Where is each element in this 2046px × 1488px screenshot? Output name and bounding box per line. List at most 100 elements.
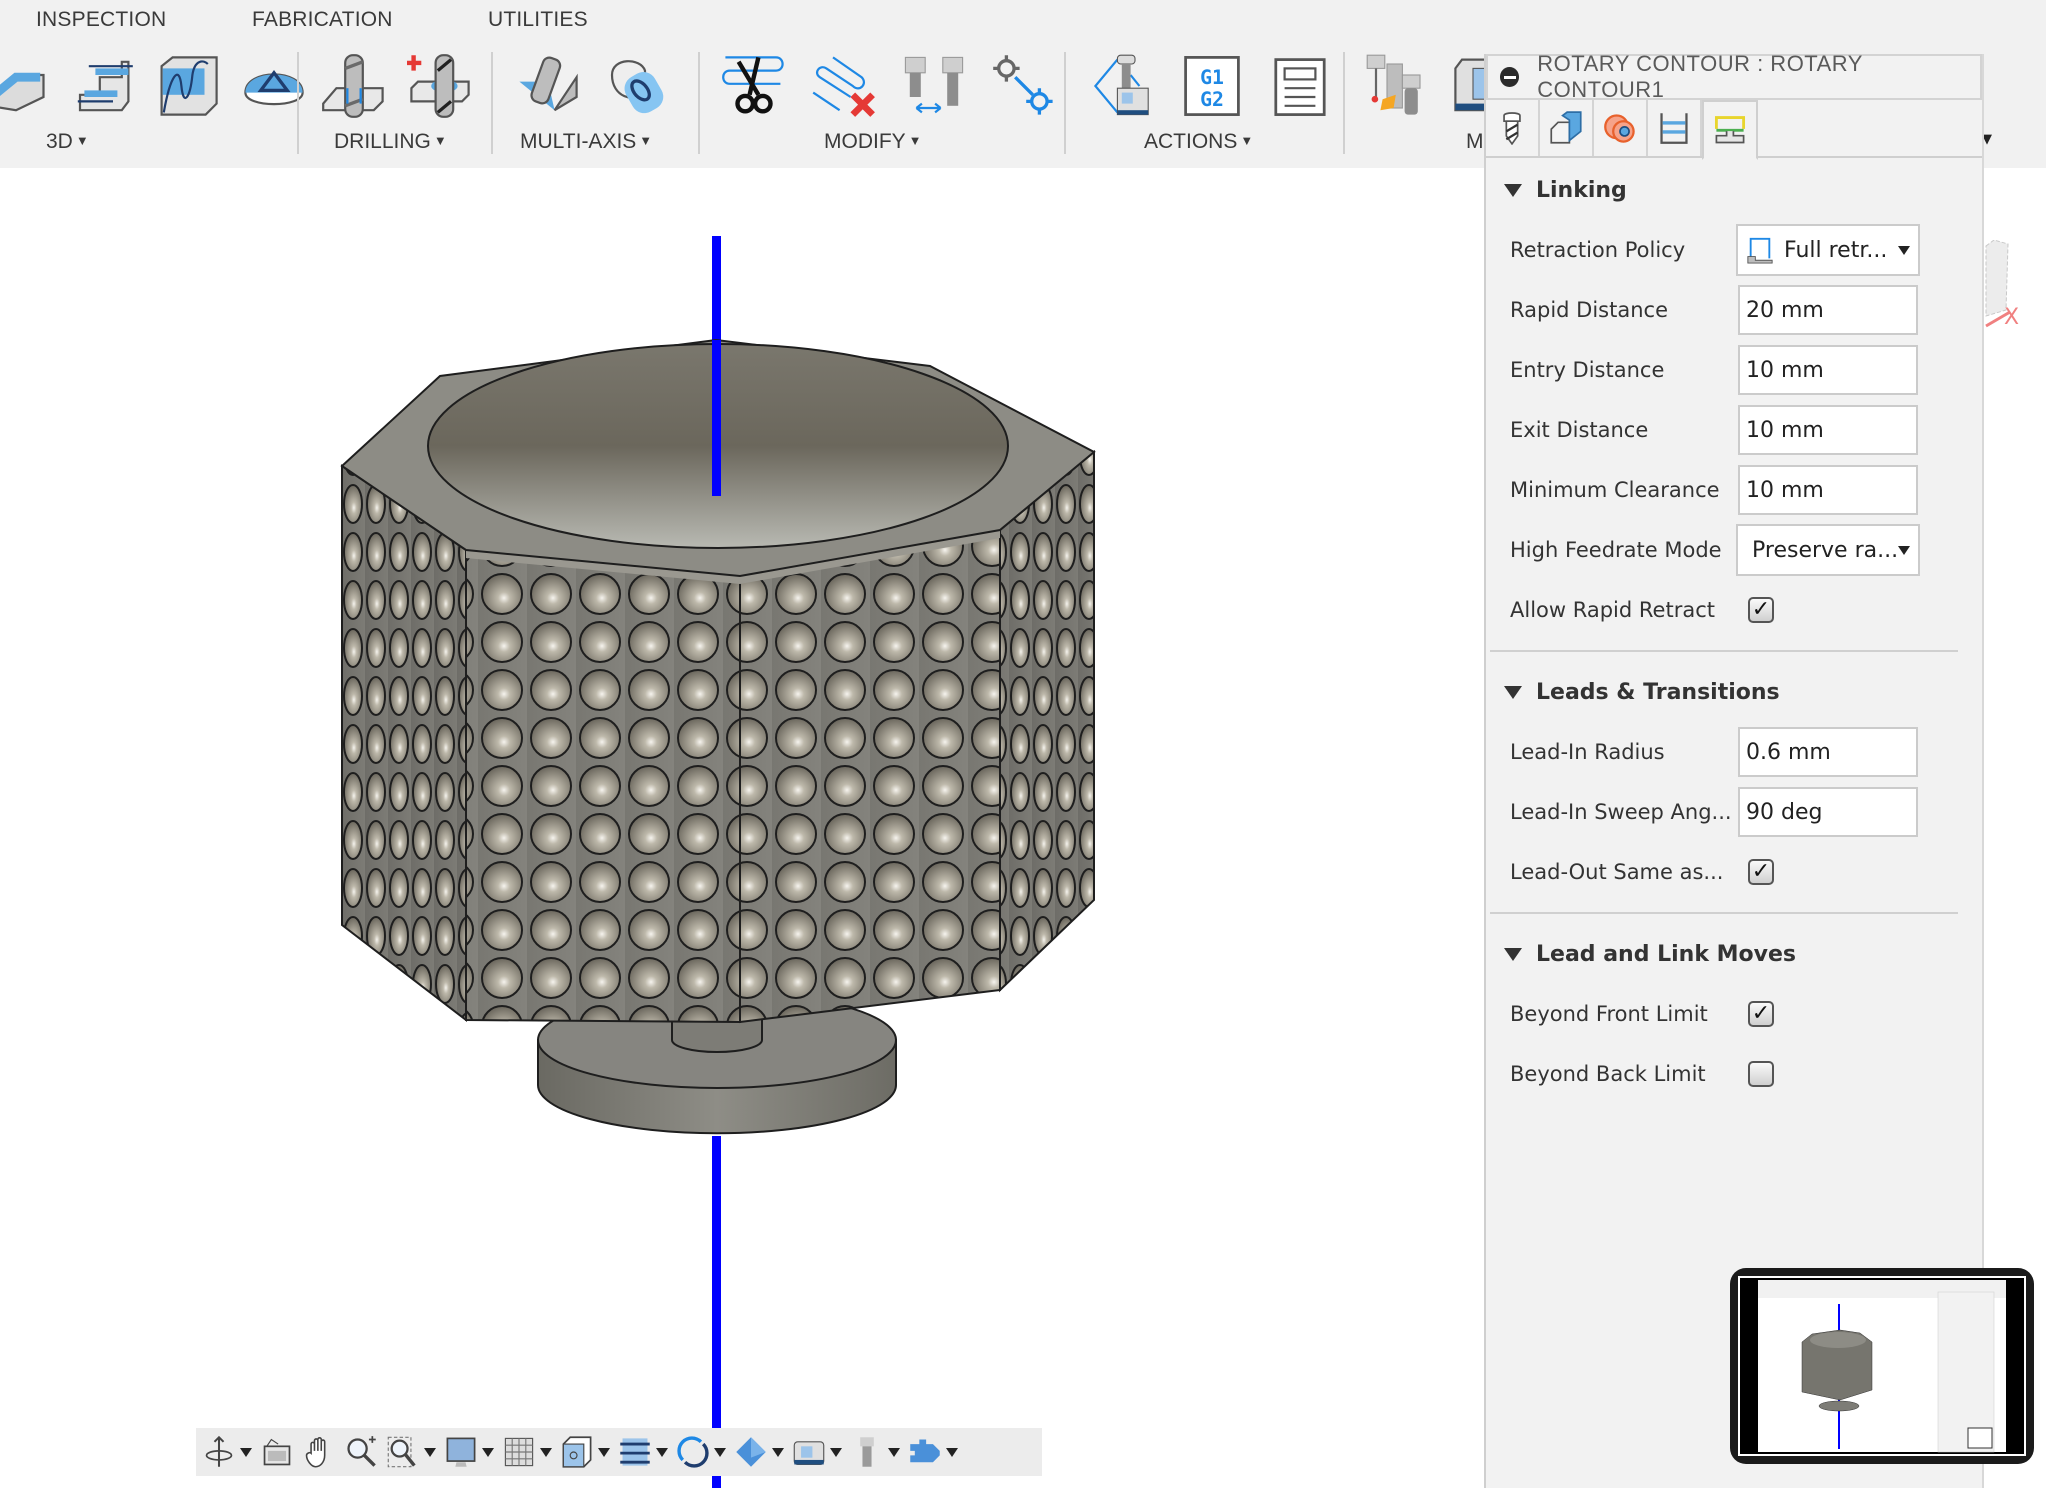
allow-rapid-retract-label: Allow Rapid Retract: [1510, 598, 1715, 622]
pan-button[interactable]: [302, 1435, 336, 1469]
setup-sheet-button[interactable]: [1264, 50, 1336, 122]
toolpath-display-icon: [620, 1438, 650, 1466]
tab-passes[interactable]: [1648, 100, 1702, 156]
tab-heights[interactable]: [1594, 100, 1648, 156]
navigation-toolbar: [196, 1428, 1042, 1476]
entry-distance-label: Entry Distance: [1510, 358, 1665, 382]
caret-down-icon: ▼: [908, 133, 922, 148]
minimum-clearance-input[interactable]: 10 mm: [1738, 465, 1918, 515]
caret-down-icon: [772, 1447, 784, 1457]
hole-recognition-button[interactable]: [404, 50, 476, 122]
group-multi-axis-label[interactable]: MULTI-AXIS ▼: [520, 130, 652, 154]
high-feedrate-mode-row: High Feedrate Mode Preserve ra...: [1486, 520, 1982, 580]
delete-toolpath-button[interactable]: [808, 50, 880, 122]
orbit-button[interactable]: [202, 1435, 252, 1469]
exit-distance-input[interactable]: 10 mm: [1738, 405, 1918, 455]
group-3d-label[interactable]: 3D ▼: [46, 130, 89, 154]
tool-tab-icon: [1503, 112, 1521, 145]
hex-face-front-right: [739, 528, 1001, 1024]
plugin-button[interactable]: [908, 1435, 958, 1469]
full-retract-icon: [1747, 237, 1773, 264]
drill-button[interactable]: [318, 50, 390, 122]
group-3d-text: 3D: [46, 130, 73, 153]
display-settings-button[interactable]: [444, 1435, 494, 1469]
view-cube[interactable]: X: [1984, 240, 2046, 350]
trim-toolpath-button[interactable]: [718, 50, 790, 122]
tool-library-icon: [1366, 54, 1421, 115]
hole-recognition-icon: [407, 54, 470, 118]
3d-scallop-button[interactable]: [152, 50, 224, 122]
grid-button[interactable]: [502, 1435, 552, 1469]
allow-rapid-retract-row: Allow Rapid Retract ✓: [1486, 580, 1982, 640]
group-drilling-text: DRILLING: [334, 130, 431, 153]
tab-utilities[interactable]: UTILITIES: [488, 8, 588, 32]
zoom-button[interactable]: [344, 1435, 378, 1469]
caret-down-icon: [240, 1447, 252, 1457]
section-linking-title: Linking: [1536, 177, 1627, 203]
rotary-button[interactable]: [598, 50, 670, 122]
rapid-distance-input[interactable]: 20 mm: [1738, 285, 1918, 335]
beyond-front-limit-checkbox[interactable]: ✓: [1748, 1001, 1774, 1027]
rotate-button[interactable]: [676, 1435, 726, 1469]
3d-viewport[interactable]: [0, 168, 1486, 1488]
zoom-window-button[interactable]: [386, 1435, 436, 1469]
simulate-button[interactable]: [1088, 50, 1160, 122]
collapse-dialog-icon[interactable]: [1500, 67, 1520, 87]
caret-down-icon: [540, 1447, 552, 1457]
lead-in-sweep-input[interactable]: 90 deg: [1738, 787, 1918, 837]
3d-spiral-button[interactable]: [238, 50, 310, 122]
swarf-button[interactable]: [512, 50, 584, 122]
screenshot-thumbnail[interactable]: [1730, 1268, 2034, 1464]
tab-geometry[interactable]: [1540, 100, 1594, 156]
beyond-back-limit-label: Beyond Back Limit: [1510, 1062, 1706, 1086]
section-divider: [1490, 912, 1958, 914]
thumbnail-image: [1740, 1278, 2024, 1454]
section-moves-title: Lead and Link Moves: [1536, 941, 1796, 967]
dropdown-arrow-icon: [1898, 546, 1910, 555]
toolpath-display-button[interactable]: [618, 1435, 668, 1469]
tool-library-button[interactable]: [1362, 50, 1434, 122]
allow-rapid-retract-checkbox[interactable]: ✓: [1748, 597, 1774, 623]
zoom-window-icon: [387, 1436, 416, 1468]
section-moves-header[interactable]: Lead and Link Moves: [1486, 924, 1982, 984]
tab-fabrication[interactable]: FABRICATION: [252, 8, 393, 32]
beyond-back-limit-checkbox[interactable]: [1748, 1061, 1774, 1087]
move-point-button[interactable]: [988, 50, 1060, 122]
dropdown-arrow-icon: [1898, 246, 1910, 255]
group-multi-axis-text: MULTI-AXIS: [520, 130, 637, 153]
section-linking-header[interactable]: Linking: [1486, 160, 1982, 220]
lead-in-radius-input[interactable]: 0.6 mm: [1738, 727, 1918, 777]
rotate-icon: [677, 1436, 709, 1468]
trim-toolpath-icon: [722, 56, 784, 114]
stock-button[interactable]: [734, 1435, 784, 1469]
high-feedrate-mode-select[interactable]: Preserve ra...: [1736, 524, 1920, 576]
entry-distance-input[interactable]: 10 mm: [1738, 345, 1918, 395]
post-process-button[interactable]: G1 G2: [1176, 50, 1248, 122]
look-at-button[interactable]: [260, 1435, 294, 1469]
tab-tool[interactable]: [1486, 100, 1540, 156]
section-leads-header[interactable]: Leads & Transitions: [1486, 662, 1982, 722]
tab-inspection[interactable]: INSPECTION: [36, 8, 166, 32]
hex-face-front-left: [465, 548, 741, 1024]
look-at-icon: [263, 1438, 291, 1466]
dialog-header: ROTARY CONTOUR : ROTARY CONTOUR1: [1486, 51, 1982, 102]
machine-button[interactable]: [792, 1435, 842, 1469]
retraction-policy-select[interactable]: Full retr...: [1736, 224, 1920, 276]
lead-out-same-checkbox[interactable]: ✓: [1748, 859, 1774, 885]
group-modify-label[interactable]: MODIFY ▼: [824, 130, 922, 154]
hex-face-left: [341, 464, 467, 1023]
move-point-icon: [993, 55, 1053, 115]
tool-compare-icon: [904, 56, 964, 114]
caret-down-icon: [888, 1447, 900, 1457]
group-actions-label[interactable]: ACTIONS ▼: [1144, 130, 1253, 154]
caret-down-icon: ▼: [1240, 133, 1254, 148]
group-manage-label[interactable]: M: [1466, 130, 1484, 154]
minimum-clearance-label: Minimum Clearance: [1510, 478, 1720, 502]
view-cube-button[interactable]: [560, 1435, 610, 1469]
3d-horizontal-button[interactable]: [66, 50, 138, 122]
tab-linking[interactable]: [1702, 100, 1758, 160]
tool-compare-button[interactable]: [898, 50, 970, 122]
tool-button[interactable]: [850, 1435, 900, 1469]
group-drilling-label[interactable]: DRILLING ▼: [334, 130, 447, 154]
3d-steep-shallow-button[interactable]: [0, 50, 52, 122]
